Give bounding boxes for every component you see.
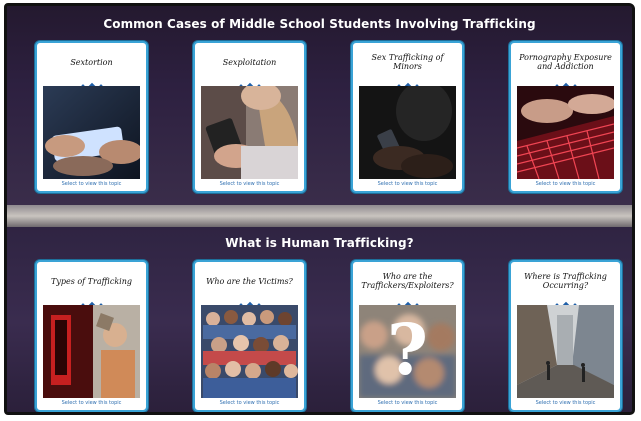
- topic-card-sex-trafficking-minors[interactable]: Sex Trafficking of Minors Select to view…: [351, 41, 464, 193]
- select-topic-link[interactable]: Select to view this topic: [37, 181, 146, 187]
- topic-card-sexploitation[interactable]: Sexploitation Select to view this topic: [193, 41, 306, 193]
- diamond-ornament-icon: [37, 76, 146, 91]
- topic-card-pornography-addiction[interactable]: Pornography Exposure and Addiction Selec…: [509, 41, 622, 193]
- card-title: Who are the Traffickers/Exploiters?: [361, 272, 454, 290]
- diamond-ornament-icon: [195, 295, 304, 310]
- diamond-ornament-icon: [353, 295, 462, 310]
- section-divider-band: [7, 205, 632, 227]
- select-topic-link[interactable]: Select to view this topic: [511, 400, 620, 406]
- select-topic-link[interactable]: Select to view this topic: [37, 400, 146, 406]
- diamond-ornament-icon: [511, 295, 620, 310]
- card-photo-city-street[interactable]: [517, 305, 614, 398]
- card-title: Sex Trafficking of Minors: [371, 53, 444, 71]
- select-topic-link[interactable]: Select to view this topic: [353, 400, 462, 406]
- topic-card-where-occurring[interactable]: Where is Trafficking Occurring? Select t…: [509, 260, 622, 412]
- card-photo-crowd-students[interactable]: [201, 305, 298, 398]
- card-title: Sextortion: [70, 57, 113, 67]
- diamond-ornament-icon: [195, 76, 304, 91]
- topic-card-who-are-victims[interactable]: Who are the Victims? Select to view this…: [193, 260, 306, 412]
- content-frame: Common Cases of Middle School Students I…: [4, 3, 635, 415]
- topic-card-sextortion[interactable]: Sextortion Select to view this topic: [35, 41, 148, 193]
- card-title: Pornography Exposure and Addiction: [519, 53, 612, 71]
- select-topic-link[interactable]: Select to view this topic: [195, 181, 304, 187]
- select-topic-link[interactable]: Select to view this topic: [511, 181, 620, 187]
- card-photo-red-doorway[interactable]: [43, 305, 140, 398]
- topic-card-who-are-traffickers[interactable]: Who are the Traffickers/Exploiters? ? Se…: [351, 260, 464, 412]
- select-topic-link[interactable]: Select to view this topic: [353, 181, 462, 187]
- topic-card-types-of-trafficking[interactable]: Types of Trafficking Select to view this…: [35, 260, 148, 412]
- diamond-ornament-icon: [353, 76, 462, 91]
- card-title: Sexploitation: [222, 57, 277, 67]
- card-title: Where is Trafficking Occurring?: [524, 272, 607, 290]
- diamond-ornament-icon: [37, 295, 146, 310]
- section-heading-what-is: What is Human Trafficking?: [225, 236, 414, 250]
- card-title: Who are the Victims?: [206, 276, 293, 286]
- select-topic-link[interactable]: Select to view this topic: [195, 400, 304, 406]
- section-heading-common-cases: Common Cases of Middle School Students I…: [103, 17, 536, 31]
- card-title: Types of Trafficking: [51, 276, 132, 286]
- question-mark-icon: ?: [386, 308, 428, 391]
- card-photo-dark-phone[interactable]: [359, 86, 456, 179]
- card-photo-girl-phone[interactable]: [201, 86, 298, 179]
- card-photo-phone-hands[interactable]: [43, 86, 140, 179]
- diamond-ornament-icon: [511, 76, 620, 91]
- card-photo-red-keyboard[interactable]: [517, 86, 614, 179]
- card-photo-question-mark[interactable]: ?: [359, 305, 456, 398]
